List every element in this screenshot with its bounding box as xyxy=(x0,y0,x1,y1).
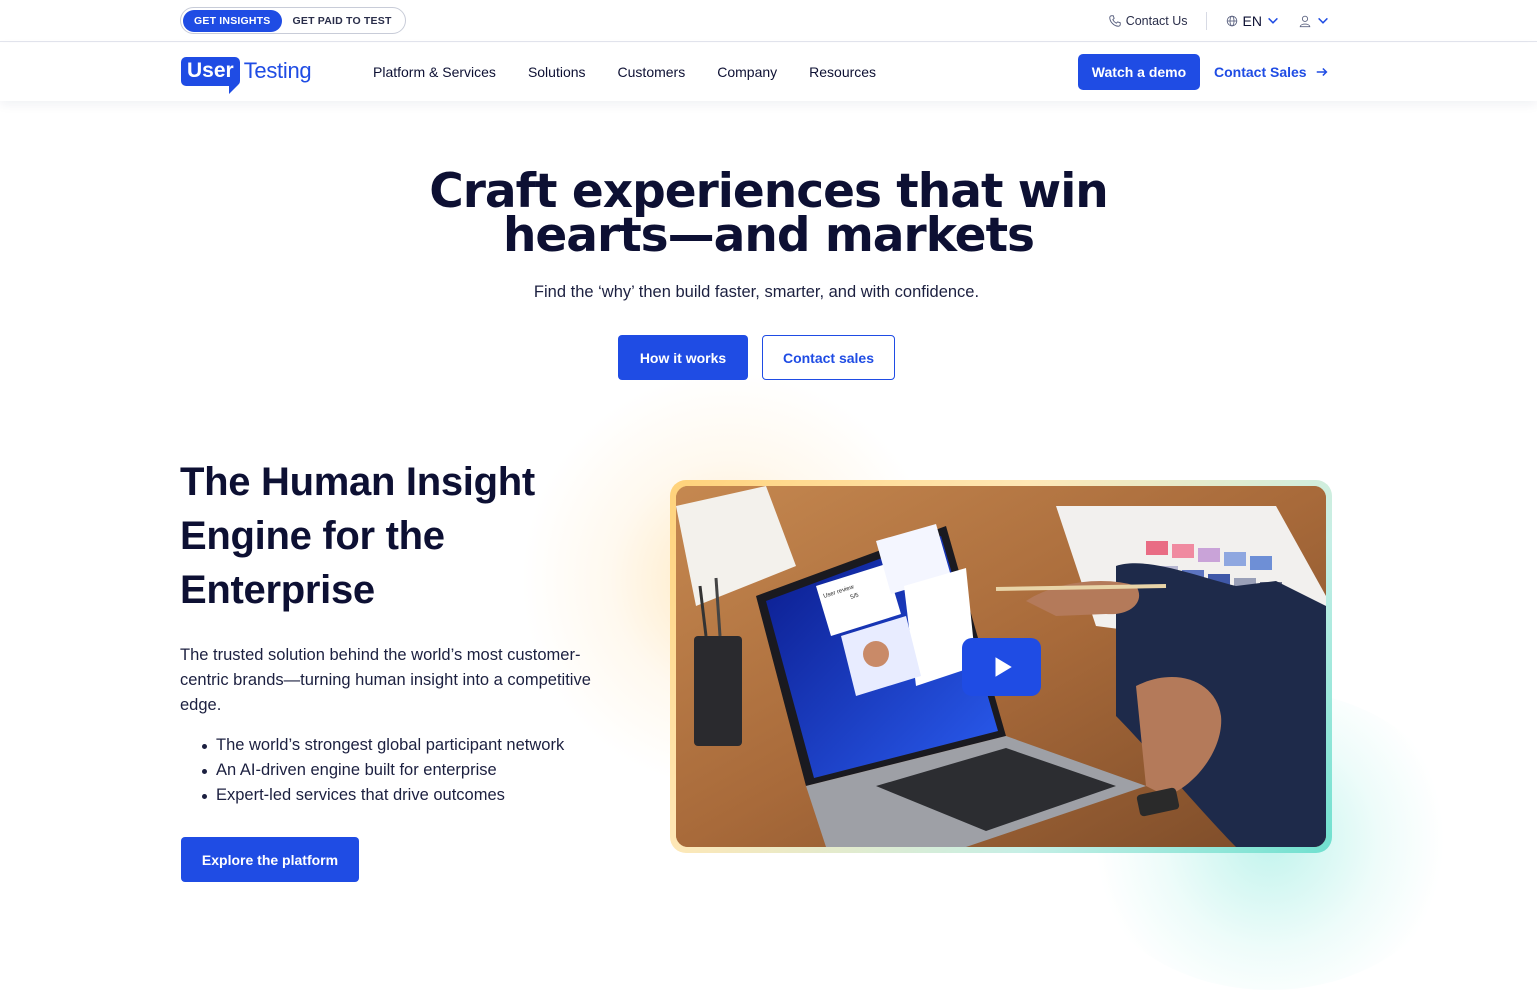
play-icon xyxy=(995,657,1012,677)
list-item: Expert-led services that drive outcomes xyxy=(202,783,636,808)
hero-subtitle: Find the ‘why’ then build faster, smarte… xyxy=(533,283,980,301)
nav-customers[interactable]: Customers xyxy=(618,64,686,80)
nav-platform-services[interactable]: Platform & Services xyxy=(373,64,496,80)
toggle-get-insights[interactable]: GET INSIGHTS xyxy=(183,9,282,32)
list-item: An AI-driven engine built for enterprise xyxy=(202,758,636,783)
audience-toggle: GET INSIGHTS GET PAID TO TEST xyxy=(180,7,406,34)
play-button[interactable] xyxy=(962,638,1041,696)
chevron-down-icon xyxy=(1268,17,1278,24)
utility-right: Contact Us EN xyxy=(1108,0,1330,42)
contact-sales-label: Contact Sales xyxy=(1214,64,1307,80)
chevron-down-icon xyxy=(1318,17,1328,24)
engine-bullets: The world’s strongest global participant… xyxy=(202,733,636,808)
contact-us-link[interactable]: Contact Us xyxy=(1108,14,1188,28)
phone-icon xyxy=(1108,15,1121,27)
contact-us-label: Contact Us xyxy=(1125,14,1188,28)
nav-links: Platform & Services Solutions Customers … xyxy=(373,43,876,101)
arrow-right-icon xyxy=(1316,67,1328,77)
account-menu[interactable] xyxy=(1298,14,1330,28)
video-frame: User review 5/5 xyxy=(670,480,1332,853)
nav-solutions[interactable]: Solutions xyxy=(528,64,586,80)
utility-bar: GET INSIGHTS GET PAID TO TEST Contact Us… xyxy=(0,0,1537,42)
explore-platform-button[interactable]: Explore the platform xyxy=(181,837,359,882)
video-thumbnail[interactable]: User review 5/5 xyxy=(676,486,1326,847)
engine-title: The Human Insight Engine for the Enterpr… xyxy=(180,460,535,612)
language-selector[interactable]: EN xyxy=(1225,13,1280,29)
participant-avatar xyxy=(863,641,889,667)
hero-title: Craft experiences that win hearts—and ma… xyxy=(300,168,1237,259)
logo-testing-text: Testing xyxy=(243,58,312,83)
logo-user-text: User xyxy=(181,56,240,94)
nav-company[interactable]: Company xyxy=(717,64,777,80)
divider xyxy=(1205,12,1207,30)
user-icon xyxy=(1299,15,1311,28)
language-label: EN xyxy=(1242,13,1262,29)
engine-description: The trusted solution behind the world’s … xyxy=(180,646,591,714)
watch-demo-button[interactable]: Watch a demo xyxy=(1078,54,1200,90)
globe-icon xyxy=(1226,15,1237,27)
how-it-works-button[interactable]: How it works xyxy=(618,335,748,380)
pencil-cup xyxy=(694,636,742,746)
hero-title-line2: hearts—and markets xyxy=(502,208,1035,263)
list-item: The world’s strongest global participant… xyxy=(202,733,636,758)
contact-sales-link[interactable]: Contact Sales xyxy=(1214,54,1329,90)
contact-sales-button[interactable]: Contact sales xyxy=(762,335,895,380)
usertesting-logo[interactable]: User Testing xyxy=(181,53,312,94)
nav-resources[interactable]: Resources xyxy=(809,64,876,80)
main-navigation: User Testing Platform & Services Solutio… xyxy=(0,43,1537,101)
toggle-get-paid-to-test[interactable]: GET PAID TO TEST xyxy=(282,10,403,32)
